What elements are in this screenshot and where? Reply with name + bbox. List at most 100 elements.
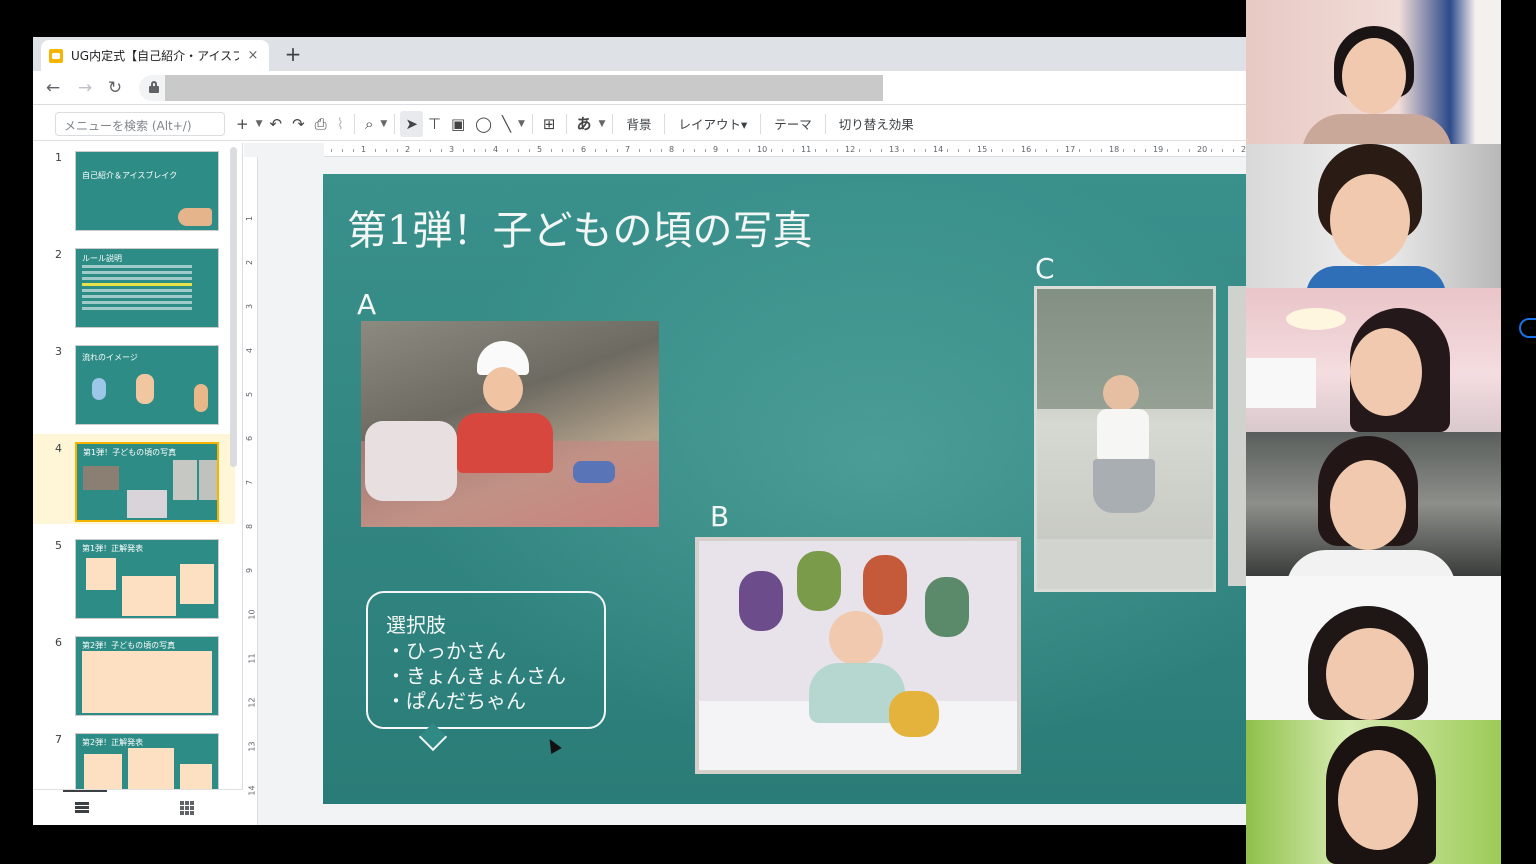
- redo-icon[interactable]: ↷: [287, 111, 310, 137]
- slide-title[interactable]: 第1弾！子どもの頃の写真: [347, 198, 812, 256]
- print-icon[interactable]: ⎙: [310, 111, 332, 137]
- choices-title: 選択肢: [386, 613, 446, 637]
- grid-view-icon[interactable]: [180, 801, 194, 815]
- toolbar-divider: [531, 113, 533, 134]
- background-button[interactable]: 背景: [618, 114, 659, 133]
- slides-toolbar: メニューを検索 (Alt+/) + ▼ ↶ ↷ ⎙ ⌇ ⌕ ▼ ➤ ⊤ ▣ ◯ …: [33, 107, 1246, 141]
- slide-thumbnail[interactable]: 流れのイメージ: [75, 345, 219, 425]
- photo-a[interactable]: [361, 321, 659, 527]
- zoom-dropdown-icon[interactable]: ▼: [378, 111, 389, 137]
- thumbnail-slide-5[interactable]: 5 第1弾！正解発表: [33, 531, 235, 621]
- ruler-tick: [1178, 149, 1179, 152]
- plus-icon[interactable]: +: [231, 111, 254, 137]
- plus-dropdown-icon[interactable]: ▼: [254, 111, 265, 137]
- filmstrip-scrollbar[interactable]: [230, 147, 237, 467]
- ruler-number: 15: [977, 145, 988, 154]
- ruler-tick: [1145, 149, 1146, 152]
- slide-number: 7: [55, 733, 62, 746]
- ruler-tick: [1211, 149, 1212, 152]
- ruler-tick: [925, 149, 926, 152]
- photo-b[interactable]: [695, 537, 1021, 774]
- ruler-number: 2: [245, 259, 255, 266]
- ruler-tick: [991, 149, 992, 152]
- paper-shape: [82, 651, 212, 713]
- slide-number: 5: [55, 539, 62, 552]
- ruler-number: 18: [1109, 145, 1120, 154]
- tab-close-icon[interactable]: ×: [245, 48, 261, 63]
- image-icon[interactable]: ▣: [446, 111, 470, 137]
- theme-button[interactable]: テーマ: [766, 114, 820, 133]
- list-view-icon[interactable]: [75, 802, 89, 814]
- new-tab-button[interactable]: +: [281, 42, 305, 66]
- ruler-tick: [969, 149, 970, 152]
- reload-icon[interactable]: ↻: [103, 76, 127, 100]
- side-panel-handle-icon[interactable]: [1519, 318, 1536, 338]
- vertical-ruler[interactable]: 1 2 3 4 5 6 7 8 9 10 11 12 13 14: [244, 157, 258, 825]
- text-style-dropdown-icon[interactable]: ▼: [597, 111, 608, 137]
- horizontal-ruler[interactable]: 1 2 3 4 5 6 7 8 9 10 11 12 13 14 15 16 17 18 19 20 2: [324, 143, 1246, 157]
- thumbnail-text-lines: [82, 265, 192, 313]
- back-icon[interactable]: ←: [41, 76, 65, 100]
- line-dropdown-icon[interactable]: ▼: [516, 111, 527, 137]
- ruler-tick: [1101, 149, 1102, 152]
- textbox-icon[interactable]: ⊤: [423, 111, 446, 137]
- label-b[interactable]: B: [710, 500, 729, 533]
- paint-format-icon[interactable]: ⌇: [332, 111, 349, 137]
- slide-thumbnail[interactable]: 自己紹介＆アイスブレイク: [75, 151, 219, 231]
- participant-video-1[interactable]: [1246, 0, 1501, 144]
- participant-video-5[interactable]: [1246, 576, 1501, 720]
- participant-video-4[interactable]: [1246, 432, 1501, 576]
- toolbar-divider: [612, 113, 614, 134]
- participant-video-2[interactable]: [1246, 144, 1501, 288]
- ruler-number: 20: [1197, 145, 1208, 154]
- lock-icon[interactable]: [149, 81, 159, 93]
- ruler-tick: [914, 149, 915, 152]
- ruler-number: 5: [537, 145, 543, 154]
- forward-icon[interactable]: →: [73, 76, 97, 100]
- photo-c-second[interactable]: [1228, 286, 1246, 586]
- filmstrip: 1 自己紹介＆アイスブレイク 2 ルール説明 3 流れのイメージ 4 第1弾！子…: [33, 143, 243, 825]
- label-a[interactable]: A: [357, 288, 376, 321]
- zoom-icon[interactable]: ⌕: [360, 111, 378, 137]
- thumbnail-title: 第2弾！正解発表: [82, 738, 144, 747]
- text-style-button[interactable]: あ: [572, 111, 597, 137]
- slide-thumbnail[interactable]: ルール説明: [75, 248, 219, 328]
- active-tab[interactable]: UG内定式【自己紹介・アイスブレイク ×: [41, 40, 269, 71]
- photo-b-thumb: [127, 490, 167, 518]
- ruler-tick: [1090, 149, 1091, 152]
- photo-c[interactable]: [1034, 286, 1216, 592]
- person-illustration: [136, 374, 154, 404]
- thumbnail-slide-3[interactable]: 3 流れのイメージ: [33, 337, 235, 427]
- face: [1350, 328, 1422, 416]
- slide-thumbnail[interactable]: 第1弾！子どもの頃の写真: [75, 442, 219, 522]
- layout-button[interactable]: レイアウト▾: [670, 114, 755, 133]
- thumbnail-slide-4[interactable]: 4 第1弾！子どもの頃の写真: [33, 434, 235, 524]
- label-c[interactable]: C: [1035, 252, 1055, 285]
- transition-button[interactable]: 切り替え効果: [831, 114, 922, 133]
- shape-icon[interactable]: ◯: [470, 111, 497, 137]
- tab-title: UG内定式【自己紹介・アイスブレイク: [71, 49, 239, 63]
- participant-video-6[interactable]: [1246, 720, 1501, 864]
- ruler-tick: [518, 149, 519, 152]
- line-icon[interactable]: ╲: [497, 111, 516, 137]
- thumbnail-title: 第1弾！子どもの頃の写真: [83, 448, 177, 457]
- thumbnail-slide-1[interactable]: 1 自己紹介＆アイスブレイク: [33, 143, 235, 233]
- slide-thumbnail[interactable]: 第1弾！正解発表: [75, 539, 219, 619]
- choices-speech-bubble[interactable]: 選択肢 ・ひっかさん ・きょんきょんさん ・ぱんだちゃん: [366, 591, 606, 752]
- thumbnail-slide-6[interactable]: 6 第2弾！子どもの頃の写真: [33, 628, 235, 718]
- ruler-tick: [331, 149, 332, 152]
- ruler-tick: [705, 149, 706, 152]
- comment-icon[interactable]: ⊞: [538, 111, 561, 137]
- thumbnail-slide-2[interactable]: 2 ルール説明: [33, 240, 235, 330]
- menu-search-input[interactable]: メニューを検索 (Alt+/): [55, 111, 225, 136]
- undo-icon[interactable]: ↶: [265, 111, 288, 137]
- ruler-number: 4: [245, 347, 255, 354]
- url-redacted: [165, 75, 883, 101]
- participant-video-3[interactable]: [1246, 288, 1501, 432]
- slide-thumbnail[interactable]: 第2弾！子どもの頃の写真: [75, 636, 219, 716]
- omnibox[interactable]: [139, 75, 883, 101]
- ruler-number: 2: [405, 145, 411, 154]
- ruler-tick: [397, 149, 398, 152]
- current-slide[interactable]: 第1弾！子どもの頃の写真 A B C 選択肢 ・ひっかさん ・きょんきょんさん …: [323, 174, 1246, 804]
- select-icon[interactable]: ➤: [400, 110, 423, 137]
